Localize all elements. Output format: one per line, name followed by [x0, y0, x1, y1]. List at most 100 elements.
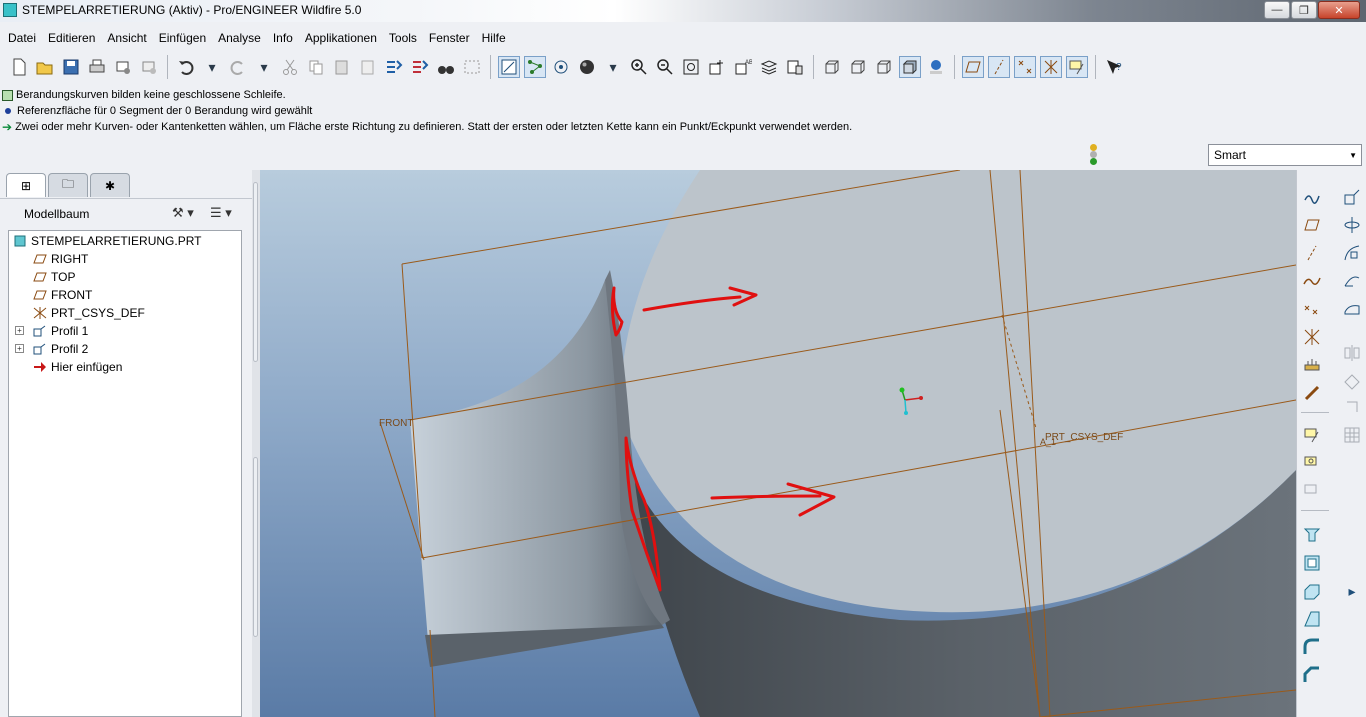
saved-views-icon[interactable]: AB — [732, 56, 754, 78]
tab-model-tree[interactable]: ⊞ — [6, 173, 46, 197]
save-icon[interactable] — [60, 56, 82, 78]
tab-favorites[interactable]: ✱ — [90, 173, 130, 197]
draft-tool-icon[interactable] — [1301, 608, 1323, 630]
sweep-tool-icon[interactable] — [1341, 242, 1363, 264]
chamfer-tool-icon[interactable] — [1301, 664, 1323, 686]
selection-filter-dropdown[interactable]: Smart ▼ — [1208, 144, 1362, 166]
csys-tool-icon[interactable] — [1301, 326, 1323, 348]
menu-einfuegen[interactable]: Einfügen — [157, 28, 212, 48]
redraw-icon[interactable] — [498, 56, 520, 78]
menu-applikationen[interactable]: Applikationen — [303, 28, 383, 48]
annotation-copy-icon[interactable] — [1301, 452, 1323, 474]
graphics-viewport[interactable]: FRONT PRT_CSYS_DEF A_1 — [260, 170, 1296, 717]
undo-icon[interactable] — [175, 56, 197, 78]
expand-profil-2[interactable]: + — [15, 344, 24, 353]
tree-item-front[interactable]: FRONT — [33, 286, 92, 304]
reorient-icon[interactable] — [706, 56, 728, 78]
boundary-blend-tool-icon[interactable] — [1341, 298, 1363, 320]
datum-point-tool-icon[interactable] — [1301, 298, 1323, 320]
panel-splitter[interactable] — [252, 170, 260, 717]
mirror-tool-icon[interactable] — [1341, 342, 1363, 364]
tree-item-top[interactable]: TOP — [33, 268, 75, 286]
tab-folder-browser[interactable]: 🗀 — [48, 173, 88, 197]
spin-center-icon[interactable] — [524, 56, 546, 78]
shell-tool-icon[interactable] — [1301, 552, 1323, 574]
tree-item-insert-here[interactable]: Hier einfügen — [33, 358, 122, 376]
find-binoculars-icon[interactable] — [435, 56, 457, 78]
pattern-tool-icon[interactable] — [1341, 424, 1363, 446]
tree-item-csys[interactable]: PRT_CSYS_DEF — [33, 304, 145, 322]
tree-item-root[interactable]: STEMPELARRETIERUNG.PRT — [13, 232, 201, 250]
select-box-icon[interactable] — [461, 56, 483, 78]
mail-link-icon[interactable] — [138, 56, 160, 78]
cut-icon[interactable] — [279, 56, 301, 78]
menu-info[interactable]: Info — [271, 28, 299, 48]
no-hidden-icon[interactable] — [873, 56, 895, 78]
tree-item-profil-2[interactable]: Profil 2 — [33, 340, 88, 358]
open-folder-icon[interactable] — [34, 56, 56, 78]
menu-datei[interactable]: Datei — [6, 28, 42, 48]
analysis-feature-icon[interactable] — [1301, 354, 1323, 376]
redo-dropdown-icon[interactable]: ▾ — [253, 56, 275, 78]
tree-item-profil-1[interactable]: Profil 1 — [33, 322, 88, 340]
rib-tool-icon[interactable] — [1301, 580, 1323, 602]
regenerate-manager-icon[interactable] — [409, 56, 431, 78]
zoom-out-icon[interactable] — [654, 56, 676, 78]
regenerate-icon[interactable] — [383, 56, 405, 78]
datum-axes-icon[interactable] — [988, 56, 1010, 78]
trim-tool-icon[interactable] — [1341, 396, 1363, 418]
redo-icon[interactable] — [227, 56, 249, 78]
menu-fenster[interactable]: Fenster — [427, 28, 476, 48]
sketch-tool-icon[interactable] — [1301, 186, 1323, 208]
hole-tool-icon[interactable] — [1301, 524, 1323, 546]
csys-icon[interactable] — [1040, 56, 1062, 78]
chain-link-tool-icon[interactable] — [1301, 382, 1323, 404]
minimize-button[interactable]: — — [1264, 1, 1290, 19]
datum-curve-tool-icon[interactable] — [1301, 270, 1323, 292]
copy-icon[interactable] — [305, 56, 327, 78]
annotation-feature-icon[interactable] — [1301, 424, 1323, 446]
merge-tool-icon[interactable] — [1341, 370, 1363, 392]
menu-tools[interactable]: Tools — [387, 28, 423, 48]
paste-icon[interactable] — [331, 56, 353, 78]
expand-profil-1[interactable]: + — [15, 326, 24, 335]
tree-item-right[interactable]: RIGHT — [33, 250, 88, 268]
paste-special-icon[interactable] — [357, 56, 379, 78]
refit-icon[interactable] — [680, 56, 702, 78]
annotation-display-icon[interactable] — [1066, 56, 1088, 78]
datum-plane-tool-icon[interactable] — [1301, 214, 1323, 236]
tree-settings-icon[interactable]: ⚒ ▾ — [172, 205, 194, 221]
new-file-icon[interactable] — [8, 56, 30, 78]
menu-analyse[interactable]: Analyse — [216, 28, 267, 48]
undo-dropdown-icon[interactable]: ▾ — [201, 56, 223, 78]
menu-ansicht[interactable]: Ansicht — [105, 28, 152, 48]
revolve-tool-icon[interactable] — [1341, 214, 1363, 236]
view-manager-icon[interactable] — [784, 56, 806, 78]
print-icon[interactable] — [86, 56, 108, 78]
hidden-line-icon[interactable] — [847, 56, 869, 78]
tree-columns-icon[interactable]: ☰ ▾ — [210, 205, 232, 221]
menu-hilfe[interactable]: Hilfe — [480, 28, 512, 48]
send-mail-icon[interactable] — [112, 56, 134, 78]
datum-axis-tool-icon[interactable] — [1301, 242, 1323, 264]
extrude-tool-icon[interactable] — [1341, 186, 1363, 208]
datum-points-icon[interactable] — [1014, 56, 1036, 78]
context-help-icon[interactable]: ? — [1103, 56, 1125, 78]
datum-planes-icon[interactable] — [962, 56, 984, 78]
wireframe-icon[interactable] — [821, 56, 843, 78]
maximize-button[interactable]: ❐ — [1291, 1, 1317, 19]
round-tool-icon[interactable] — [1301, 636, 1323, 658]
appearance-sphere-icon[interactable] — [576, 56, 598, 78]
enhanced-realism-icon[interactable] — [925, 56, 947, 78]
orient-mode-icon[interactable] — [550, 56, 572, 78]
splitter-grip[interactable] — [253, 457, 258, 637]
layers-icon[interactable] — [758, 56, 780, 78]
zoom-in-icon[interactable] — [628, 56, 650, 78]
menu-editieren[interactable]: Editieren — [46, 28, 101, 48]
blend-tool-icon[interactable] — [1341, 270, 1363, 292]
rib-dropdown-icon[interactable]: ▸ — [1341, 580, 1363, 602]
inactive-annotation-icon[interactable] — [1301, 480, 1323, 502]
close-button[interactable]: ✕ — [1318, 1, 1360, 19]
splitter-grip[interactable] — [253, 182, 258, 362]
shading-icon[interactable] — [899, 56, 921, 78]
